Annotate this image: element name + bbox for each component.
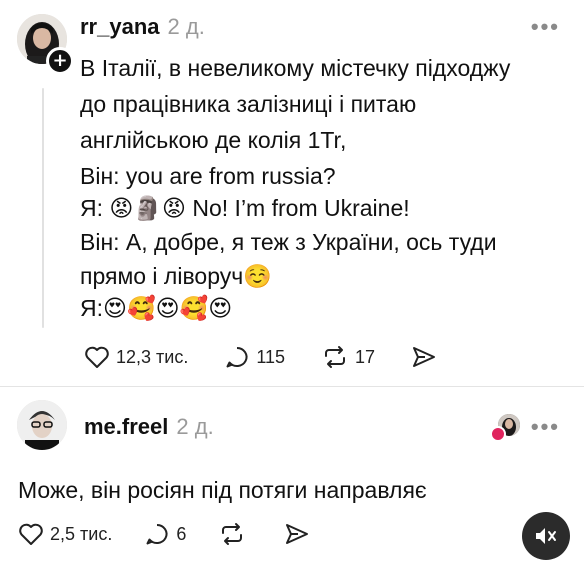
post-actions: 2,5 тис. 6: [18, 522, 352, 546]
post-actions: 12,3 тис. 115 17: [84, 345, 479, 369]
post-time: 2 д.: [176, 414, 214, 439]
comment-count: 115: [256, 346, 286, 367]
repost-button[interactable]: [218, 522, 252, 546]
thread-line: [42, 88, 44, 328]
repost-count: 17: [355, 346, 376, 367]
post-text-line: до працівника залізниці і питаю: [80, 91, 417, 117]
post-text-line: Він: you are from russia?: [80, 163, 336, 189]
like-count: 2,5 тис.: [50, 523, 113, 544]
share-button[interactable]: [284, 522, 316, 546]
repost-button[interactable]: 17: [321, 345, 375, 369]
send-icon: [413, 347, 436, 367]
post-header: me.freel 2 д.: [84, 414, 214, 440]
post-text-line: Він: А, добре, я теж з України, ось туди: [80, 229, 497, 255]
comment-button[interactable]: 6: [144, 522, 186, 546]
share-button[interactable]: [411, 345, 443, 369]
heart-badge-icon: [490, 426, 506, 442]
post-header: rr_yana 2 д.: [80, 14, 205, 40]
post-text-line: В Італії, в невеликому містечку підходжу: [80, 55, 511, 81]
comment-count: 6: [176, 523, 187, 544]
send-icon: [286, 524, 309, 544]
comment-button[interactable]: 115: [224, 345, 285, 369]
heart-outline-icon: [19, 523, 43, 545]
post-text-line: англійською де колія 1Tr,: [80, 127, 347, 153]
mute-button[interactable]: [522, 512, 570, 560]
username[interactable]: me.freel: [84, 414, 168, 439]
heart-outline-icon: [85, 346, 109, 368]
avatar[interactable]: [17, 400, 67, 450]
username[interactable]: rr_yana: [80, 14, 160, 39]
more-horizontal-icon[interactable]: •••: [531, 14, 560, 40]
post-text: Може, він росіян під потяги направляє: [18, 477, 427, 503]
like-button[interactable]: 2,5 тис.: [18, 522, 112, 546]
post-time: 2 д.: [167, 14, 205, 39]
post-text-line: Я:😍🥰😍🥰😍: [80, 295, 233, 321]
like-count: 12,3 тис.: [116, 346, 189, 367]
comment-bubble-icon: [226, 346, 248, 368]
follow-plus-icon[interactable]: +: [46, 47, 74, 75]
repost-arrows-icon: [222, 523, 243, 545]
more-horizontal-icon[interactable]: •••: [531, 414, 560, 440]
post-text-line: прямо і ліворуч☺️: [80, 263, 272, 289]
post-text-line: Я: 😡🗿😡 No! I’m from Ukraine!: [80, 195, 410, 221]
like-button[interactable]: 12,3 тис.: [84, 345, 188, 369]
comment-bubble-icon: [146, 523, 168, 545]
repost-arrows-icon: [325, 346, 346, 368]
thread-post: + rr_yana 2 д. ••• В Італії, в невеликому…: [0, 0, 584, 386]
speaker-muted-icon: [536, 528, 556, 544]
reply-post: me.freel 2 д. ••• Може, він росіян під по…: [0, 386, 584, 570]
